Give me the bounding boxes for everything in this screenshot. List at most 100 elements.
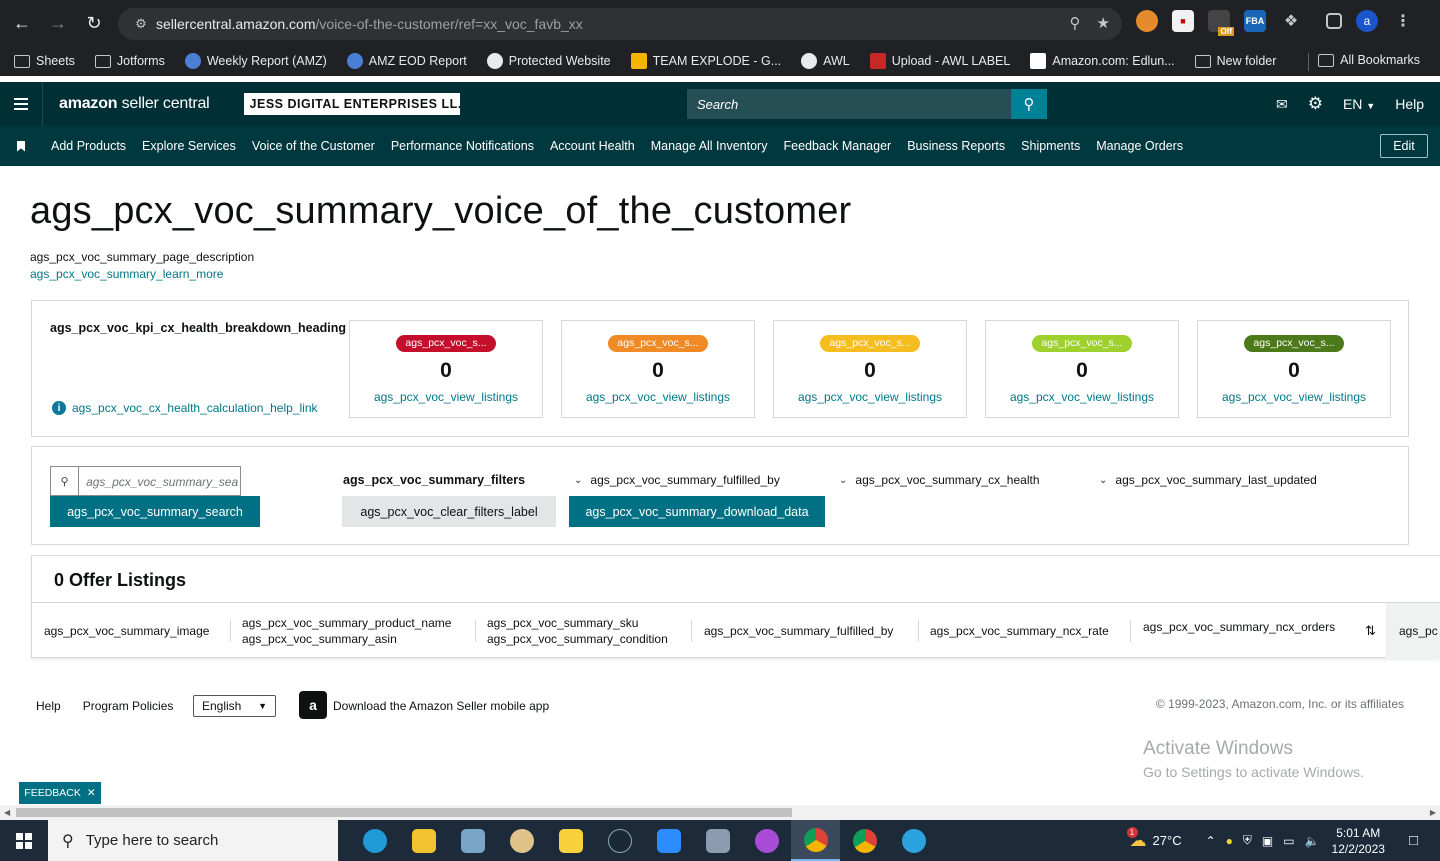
program-policies-link[interactable]: Program Policies [83, 699, 174, 713]
bookmark-item[interactable]: Jotforms [94, 54, 165, 68]
nav-item[interactable]: Add Products [51, 139, 126, 153]
last-updated-dropdown[interactable]: ⌄ ags_pcx_voc_summary_last_updated [1099, 473, 1317, 487]
bookmark-item[interactable]: Upload - AWL LABEL [869, 53, 1010, 69]
nav-item[interactable]: Account Health [550, 139, 635, 153]
bookmark-item[interactable]: AMZ EOD Report [346, 53, 467, 69]
amazon-seller-app-icon[interactable]: a [299, 691, 327, 719]
header-search-input[interactable]: Search [687, 89, 1011, 119]
taskbar-search-box[interactable]: ⚲ Type here to search [48, 820, 338, 861]
file-explorer-icon[interactable] [399, 820, 448, 861]
chevron-up-icon[interactable]: ⌃ [1206, 834, 1216, 848]
column-header-ncx-orders[interactable]: ags_pcx_voc_summary_ncx_orders [1143, 599, 1335, 655]
view-listings-link[interactable]: ags_pcx_voc_view_listings [1198, 390, 1390, 404]
security-shield-icon[interactable]: ⛨ [1243, 833, 1252, 848]
side-panel-icon[interactable] [1326, 13, 1342, 29]
settings-gear-icon[interactable]: ⚙ [1308, 94, 1323, 114]
network-icon[interactable]: ▭ [1283, 834, 1294, 848]
nav-item[interactable]: Performance Notifications [391, 139, 534, 153]
all-bookmarks[interactable]: All Bookmarks [1318, 53, 1420, 67]
scroll-left-icon[interactable]: ◀ [4, 808, 10, 817]
zoom-icon[interactable]: ⚲ [1070, 14, 1081, 32]
nav-item[interactable]: Voice of the Customer [252, 139, 375, 153]
edge-icon[interactable] [350, 820, 399, 861]
nav-item[interactable]: Shipments [1021, 139, 1080, 153]
clear-filters-button[interactable]: ags_pcx_voc_clear_filters_label [342, 496, 556, 527]
address-bar[interactable]: ⚙ sellercentral.amazon.com/voice-of-the-… [118, 8, 1122, 40]
scroll-right-icon[interactable]: ▶ [1430, 808, 1436, 817]
bookmark-item[interactable]: Sheets [14, 54, 75, 68]
bookmark-item[interactable]: AWL [801, 53, 850, 69]
listing-search-input[interactable]: ⚲ ags_pcx_voc_summary_sea [50, 466, 241, 496]
calculator-icon[interactable] [693, 820, 742, 861]
clock[interactable]: 5:01 AM 12/2/2023 [1332, 825, 1385, 857]
forward-icon[interactable]: → [40, 5, 76, 41]
bookmark-item[interactable]: New folder [1194, 54, 1276, 68]
telegram-icon[interactable] [889, 820, 938, 861]
extension-icon[interactable] [1136, 10, 1158, 32]
bookmark-item[interactable]: Weekly Report (AMZ) [184, 53, 327, 69]
profile-avatar[interactable]: a [1356, 10, 1378, 32]
scrollbar-thumb[interactable] [16, 808, 792, 817]
back-icon[interactable]: ← [4, 5, 40, 41]
account-switcher[interactable]: JESS DIGITAL ENTERPRISES LL... [243, 93, 460, 115]
volume-icon[interactable]: 🔈 [1305, 834, 1320, 848]
nav-item[interactable]: Business Reports [907, 139, 1005, 153]
bookmark-item[interactable]: TEAM EXPLODE - G... [630, 53, 781, 69]
sticky-notes-icon[interactable] [546, 820, 595, 861]
steam-icon[interactable] [595, 820, 644, 861]
help-link[interactable]: Help [1395, 96, 1424, 112]
view-listings-link[interactable]: ags_pcx_voc_view_listings [774, 390, 966, 404]
app-icon[interactable] [497, 820, 546, 861]
extension-icon[interactable]: ■ [1172, 10, 1194, 32]
download-app-link[interactable]: Download the Amazon Seller mobile app [333, 699, 549, 713]
kpi-card: ags_pcx_voc_s... 0 ags_pcx_voc_view_list… [985, 320, 1179, 418]
mail-icon[interactable]: ✉ [1276, 96, 1288, 113]
windows-start-icon[interactable] [0, 820, 48, 861]
fba-extension-icon[interactable]: FBA [1244, 10, 1266, 32]
fulfilled-by-dropdown[interactable]: ⌄ ags_pcx_voc_summary_fulfilled_by [574, 473, 780, 487]
chrome-icon[interactable] [791, 820, 840, 861]
search-button[interactable]: ags_pcx_voc_summary_search [50, 496, 260, 527]
nav-item[interactable]: Feedback Manager [783, 139, 891, 153]
sort-icon[interactable]: ⇅ [1365, 603, 1376, 659]
app-icon[interactable] [742, 820, 791, 861]
column-label: ags_pcx_voc_summary_fulfilled_by [704, 624, 894, 638]
footer-language-select[interactable]: English ▼ [193, 695, 276, 717]
nav-item[interactable]: Explore Services [142, 139, 236, 153]
weather-icon[interactable]: ☁ 1 [1126, 826, 1147, 851]
edit-nav-button[interactable]: Edit [1380, 134, 1428, 158]
search-icon[interactable]: ⚲ [1011, 89, 1047, 119]
footer-help-link[interactable]: Help [36, 699, 61, 713]
learn-more-link[interactable]: ags_pcx_voc_summary_learn_more [30, 267, 223, 281]
app-icon[interactable] [448, 820, 497, 861]
meet-now-icon[interactable]: ▣ [1262, 834, 1273, 848]
chrome-icon[interactable] [840, 820, 889, 861]
extensions-puzzle-icon[interactable]: ❖ [1280, 10, 1302, 32]
reload-icon[interactable]: ↻ [76, 5, 112, 41]
bookmark-item[interactable]: Protected Website [486, 53, 611, 69]
language-selector[interactable]: EN ▼ [1343, 96, 1375, 112]
horizontal-scrollbar[interactable]: ◀ ▶ [0, 805, 1440, 820]
close-icon[interactable]: ✕ [87, 787, 96, 799]
nav-item[interactable]: Manage Orders [1096, 139, 1183, 153]
view-listings-link[interactable]: ags_pcx_voc_view_listings [562, 390, 754, 404]
bookmark-icon[interactable] [17, 140, 25, 152]
view-listings-link[interactable]: ags_pcx_voc_view_listings [350, 390, 542, 404]
nav-item[interactable]: Manage All Inventory [651, 139, 768, 153]
browser-menu-icon[interactable]: ⋮ [1392, 10, 1414, 32]
download-data-button[interactable]: ags_pcx_voc_summary_download_data [569, 496, 825, 527]
hamburger-menu-icon[interactable] [14, 98, 28, 110]
feedback-tab[interactable]: FEEDBACK ✕ [19, 782, 101, 804]
kpi-value: 0 [440, 359, 452, 382]
notifications-icon[interactable]: □ [1409, 832, 1418, 849]
bookmark-item[interactable]: Amazon.com: Edlun... [1030, 53, 1175, 69]
seller-central-logo[interactable]: amazon seller central [59, 95, 210, 113]
site-info-icon[interactable]: ⚙ [126, 16, 156, 32]
zoom-icon[interactable] [644, 820, 693, 861]
extension-off-icon[interactable]: Off [1208, 10, 1234, 36]
cx-health-dropdown[interactable]: ⌄ ags_pcx_voc_summary_cx_health [839, 473, 1040, 487]
view-listings-link[interactable]: ags_pcx_voc_view_listings [986, 390, 1178, 404]
bookmark-star-icon[interactable]: ★ [1097, 14, 1110, 32]
cx-health-help-link[interactable]: i ags_pcx_voc_cx_health_calculation_help… [52, 401, 318, 415]
tray-app-icon[interactable]: ● [1226, 834, 1233, 848]
